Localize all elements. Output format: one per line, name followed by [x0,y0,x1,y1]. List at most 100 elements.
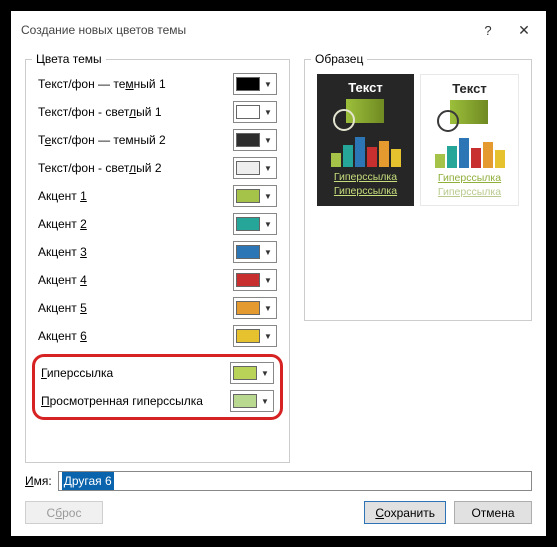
hyperlink-row: Гиперссылка ▼ [37,359,278,387]
color-button[interactable]: ▼ [233,185,277,207]
preview-bars [425,134,514,168]
sample-legend: Образец [311,52,367,66]
shape-ring-icon [333,109,355,131]
color-swatch [236,245,260,259]
preview-shapes [425,100,514,130]
bar [495,150,505,168]
color-label: Текст/фон - светлый 2 [38,161,233,175]
dialog: Создание новых цветов темы ? ✕ Цвета тем… [11,11,546,536]
color-swatch [236,105,260,119]
preview-followed-hyperlink: Гиперссылка [321,185,410,199]
color-button[interactable]: ▼ [233,101,277,123]
followed-hyperlink-color-button[interactable]: ▼ [230,390,274,412]
titlebar: Создание новых цветов темы ? ✕ [11,11,546,49]
preview-hyperlink: Гиперссылка [425,172,514,186]
color-button[interactable]: ▼ [233,297,277,319]
color-row: Акцент 3 ▼ [34,238,281,266]
theme-colors-fieldset: Цвета темы Текст/фон — темный 1▼Текст/фо… [25,59,290,463]
color-swatch [236,161,260,175]
name-input[interactable]: Другая 6 [58,471,532,491]
color-button[interactable]: ▼ [233,269,277,291]
chevron-down-icon: ▼ [260,304,276,313]
bar [459,138,469,168]
highlight-box: Гиперссылка ▼ Просмотренная гиперссылка … [32,354,283,420]
color-row: Акцент 2 ▼ [34,210,281,238]
sample-fieldset: Образец Текст Гиперссылка Гиперссылка Те… [304,59,532,321]
color-label: Акцент 3 [38,245,233,259]
preview-shapes [321,99,410,129]
color-swatch [236,301,260,315]
save-button[interactable]: Сохранить [364,501,446,524]
color-label: Акцент 1 [38,189,233,203]
button-row: Сброс Сохранить Отмена [11,499,546,536]
color-swatch [236,189,260,203]
color-label: Акцент 5 [38,301,233,315]
theme-colors-legend: Цвета темы [32,52,106,66]
help-icon: ? [484,23,491,38]
color-row: Текст/фон — темный 2 ▼ [34,126,281,154]
preview-bars [321,133,410,167]
preview-dark: Текст Гиперссылка Гиперссылка [317,74,414,206]
bar [355,137,365,167]
name-row: Имя: Другая 6 [11,463,546,499]
color-button[interactable]: ▼ [233,213,277,235]
chevron-down-icon: ▼ [260,136,276,145]
chevron-down-icon: ▼ [260,108,276,117]
shape-ring-icon [437,110,459,132]
color-swatch [236,77,260,91]
chevron-down-icon: ▼ [260,220,276,229]
preview-text-label: Текст [321,80,410,95]
color-label: Текст/фон — темный 1 [38,77,233,91]
color-label: Акцент 4 [38,273,233,287]
chevron-down-icon: ▼ [260,192,276,201]
preview-hyperlink: Гиперссылка [321,171,410,185]
color-row: Акцент 6 ▼ [34,322,281,350]
preview-row: Текст Гиперссылка Гиперссылка Текст [313,70,523,210]
color-row: Текст/фон - светлый 2 ▼ [34,154,281,182]
color-label: Акцент 6 [38,329,233,343]
close-button[interactable]: ✕ [506,18,542,42]
color-button[interactable]: ▼ [233,157,277,179]
color-swatch [236,329,260,343]
color-swatch [233,366,257,380]
dialog-title: Создание новых цветов темы [21,23,470,37]
reset-button: Сброс [25,501,103,524]
color-row: Акцент 4 ▼ [34,266,281,294]
bar [471,148,481,168]
bar [331,153,341,167]
color-label: Текст/фон — темный 2 [38,133,233,147]
cancel-button[interactable]: Отмена [454,501,532,524]
bar [447,146,457,168]
bar [483,142,493,168]
preview-text-label: Текст [425,81,514,96]
followed-hyperlink-row: Просмотренная гиперссылка ▼ [37,387,278,415]
chevron-down-icon: ▼ [257,397,273,406]
color-swatch [236,217,260,231]
color-button[interactable]: ▼ [233,325,277,347]
hyperlink-label: Гиперссылка [41,366,230,380]
color-swatch [233,394,257,408]
help-button[interactable]: ? [470,18,506,42]
color-row: Акцент 5 ▼ [34,294,281,322]
color-swatch [236,133,260,147]
chevron-down-icon: ▼ [260,332,276,341]
color-row: Текст/фон — темный 1 ▼ [34,70,281,98]
hyperlink-color-button[interactable]: ▼ [230,362,274,384]
bar [435,154,445,168]
color-button[interactable]: ▼ [233,73,277,95]
color-button[interactable]: ▼ [233,129,277,151]
bar [391,149,401,167]
color-button[interactable]: ▼ [233,241,277,263]
preview-light: Текст Гиперссылка Гиперссылка [420,74,519,206]
chevron-down-icon: ▼ [260,164,276,173]
close-icon: ✕ [518,22,530,39]
chevron-down-icon: ▼ [260,276,276,285]
chevron-down-icon: ▼ [260,80,276,89]
color-label: Акцент 2 [38,217,233,231]
preview-followed-hyperlink: Гиперссылка [425,186,514,200]
bar [379,141,389,167]
chevron-down-icon: ▼ [260,248,276,257]
bar [343,145,353,167]
color-row: Текст/фон - светлый 1▼ [34,98,281,126]
name-label: Имя: [25,474,52,488]
